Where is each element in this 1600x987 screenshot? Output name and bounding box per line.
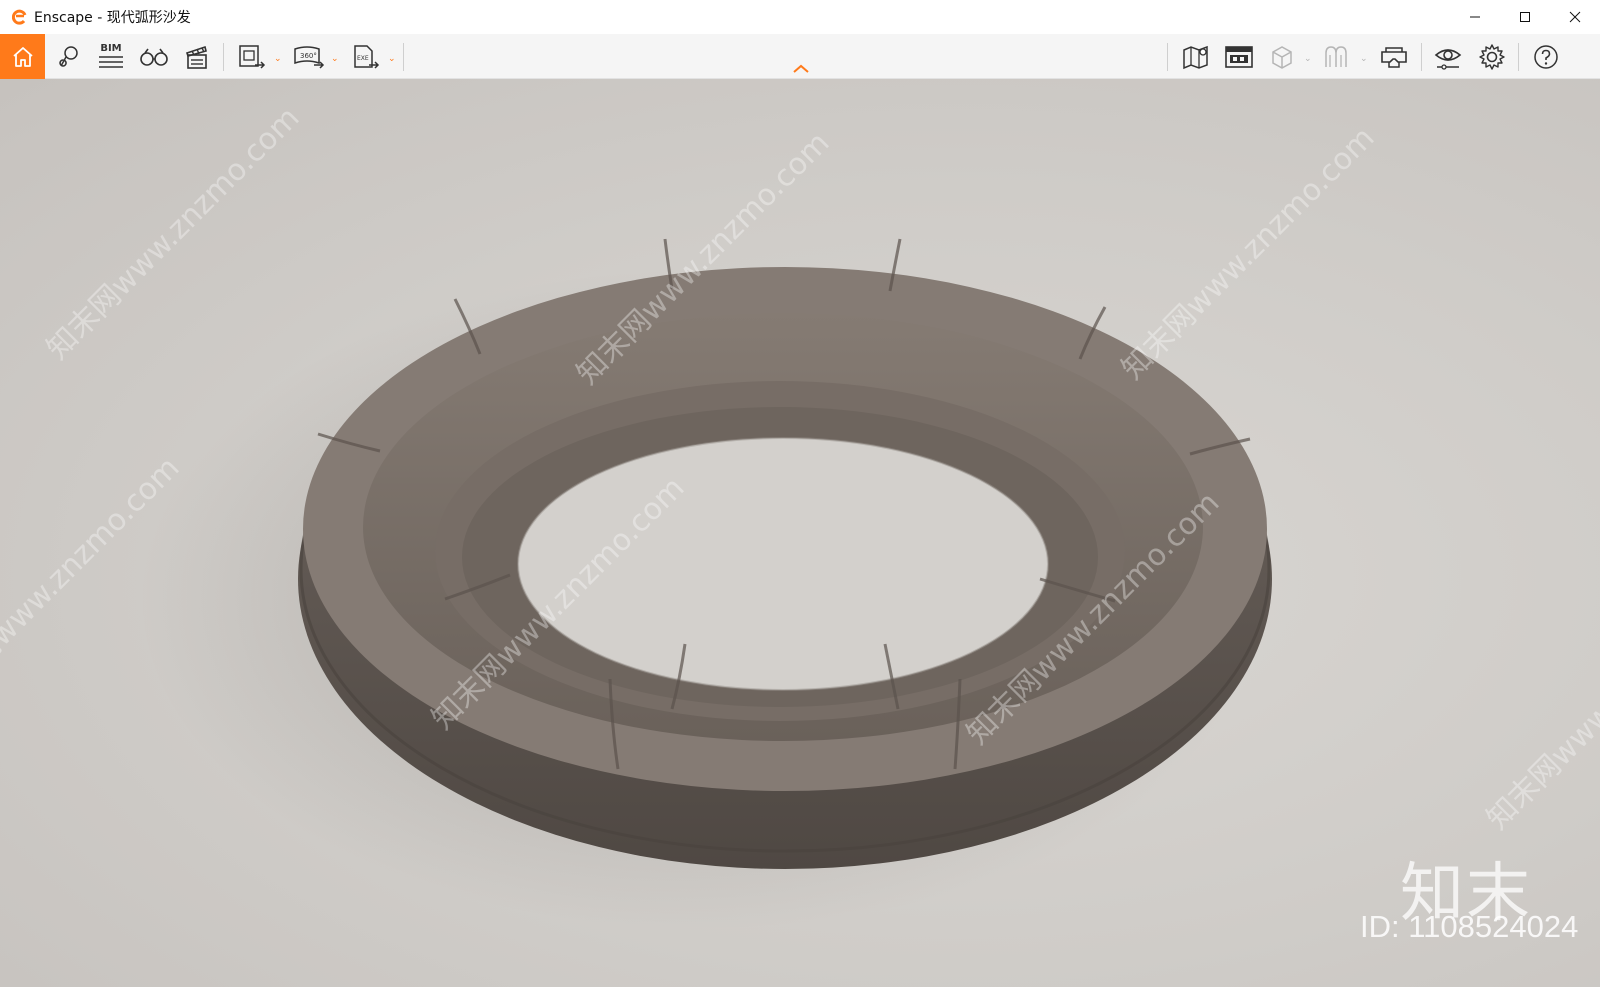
- material-button[interactable]: [1318, 34, 1354, 79]
- home-icon: [12, 46, 33, 67]
- panorama-360-export-icon: 360°: [294, 45, 325, 69]
- minimize-icon: [1470, 16, 1480, 18]
- walk-mode-button[interactable]: [136, 34, 172, 79]
- close-icon: [1569, 11, 1581, 23]
- help-icon: [1534, 44, 1558, 69]
- vr-headset-icon: [1381, 46, 1407, 68]
- settings-button[interactable]: [1474, 34, 1510, 79]
- views-button[interactable]: [50, 34, 86, 79]
- toolbar-separator: [403, 43, 404, 71]
- circular-sofa-render: [140, 238, 1272, 929]
- cube-button[interactable]: [1264, 34, 1300, 79]
- render-panorama-button[interactable]: 360°: [290, 34, 328, 79]
- asset-library-icon: [1225, 45, 1253, 68]
- chevron-down-icon[interactable]: ⌄: [331, 54, 339, 64]
- maximize-button[interactable]: [1500, 0, 1550, 34]
- video-editor-button[interactable]: [179, 34, 215, 79]
- chevron-down-icon[interactable]: ⌄: [1304, 54, 1312, 64]
- panorama-label: 360°: [300, 52, 317, 60]
- chevron-down-icon[interactable]: ⌄: [274, 54, 282, 64]
- watermark-id: ID: 1108524024: [1360, 909, 1579, 944]
- cube-icon: [1272, 45, 1292, 69]
- toolbar-separator: [1167, 43, 1168, 71]
- bim-button[interactable]: BIM: [93, 34, 129, 79]
- chevron-down-icon[interactable]: ⌄: [1360, 54, 1368, 64]
- clapperboard-icon: [185, 45, 207, 69]
- exe-label: EXE: [357, 55, 369, 62]
- binoculars-icon: [140, 48, 168, 66]
- title-bar: Enscape - 现代弧形沙发: [0, 0, 1600, 34]
- material-icon: [1325, 45, 1347, 67]
- chevron-down-icon[interactable]: ⌄: [388, 54, 396, 64]
- window-title: Enscape - 现代弧形沙发: [34, 10, 191, 26]
- map-icon: [1183, 45, 1208, 69]
- vr-headset-button[interactable]: [1376, 34, 1412, 79]
- bim-icon: [99, 55, 123, 68]
- exe-export-icon: EXE: [354, 44, 380, 69]
- map-pin-icon: [59, 45, 78, 67]
- help-button[interactable]: [1528, 34, 1564, 79]
- minimize-button[interactable]: [1450, 0, 1500, 34]
- asset-library-button[interactable]: [1221, 34, 1257, 79]
- bim-label: BIM: [100, 42, 122, 54]
- render-image-button[interactable]: [234, 34, 270, 79]
- render-viewport[interactable]: 知末网www.znzmo.com 知末网www.znzmo.com 知末网www…: [0, 79, 1600, 987]
- toolbar-separator: [223, 43, 224, 71]
- visual-settings-icon: [1434, 48, 1462, 70]
- visual-settings-button[interactable]: [1430, 34, 1466, 79]
- export-exe-button[interactable]: EXE: [348, 34, 384, 79]
- home-button[interactable]: [0, 34, 45, 79]
- toolbar-separator: [1421, 43, 1422, 71]
- toolbar-separator: [1518, 43, 1519, 71]
- map-view-button[interactable]: [1178, 34, 1214, 79]
- main-toolbar: BIM ⌄ 360° ⌄ EXE ⌄ ⌄ ⌄: [0, 34, 1600, 79]
- close-button[interactable]: [1550, 0, 1600, 34]
- chevron-up-icon[interactable]: [791, 62, 811, 76]
- enscape-logo-icon: [10, 7, 30, 27]
- settings-gear-icon: [1479, 43, 1505, 70]
- maximize-icon: [1520, 12, 1530, 22]
- screenshot-export-icon: [239, 44, 266, 69]
